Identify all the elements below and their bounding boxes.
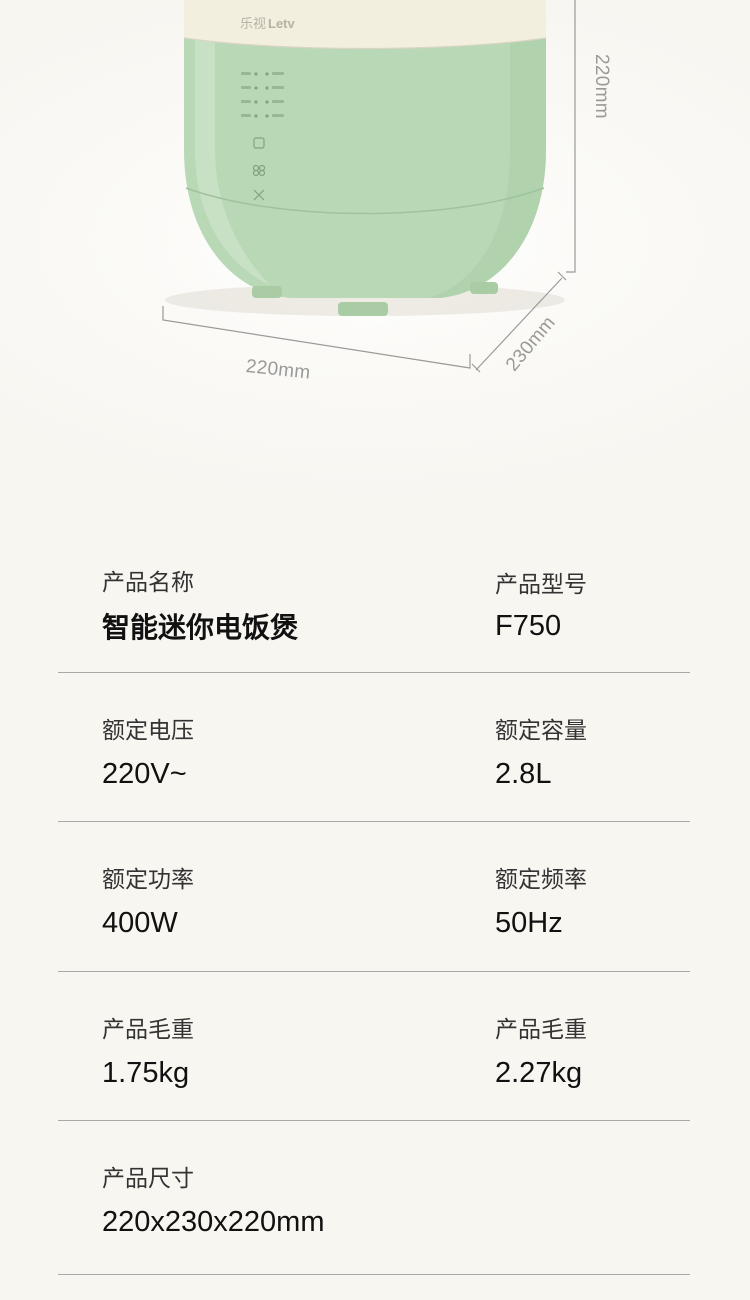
spec-label: 额定电压 <box>102 718 194 744</box>
spec-value: 220x230x220mm <box>102 1206 325 1238</box>
foot-left <box>252 286 282 298</box>
spec-row-size: 产品尺寸 220x230x220mm <box>58 1159 690 1275</box>
spec-label: 产品毛重 <box>495 1017 587 1043</box>
brand-logo-en: Letv <box>268 16 295 31</box>
spec-value: F750 <box>495 610 562 642</box>
height-dimension-label: 220mm <box>591 54 612 119</box>
foot-right <box>470 282 498 294</box>
spec-value: 1.75kg <box>102 1057 190 1089</box>
foot-center <box>338 302 388 316</box>
spec-value: 2.27kg <box>495 1057 583 1089</box>
spec-label: 额定频率 <box>495 867 587 893</box>
spec-value: 400W <box>102 907 178 939</box>
rice-cooker-illustration <box>162 0 576 373</box>
spec-value: 50Hz <box>495 907 563 939</box>
spec-value: 2.8L <box>495 758 552 790</box>
spec-label: 额定容量 <box>495 718 587 744</box>
product-image-section: 乐视 Letv 220mm 230mm 220mm <box>0 0 750 520</box>
brand-logo: 乐视 Letv <box>240 13 295 32</box>
spec-label: 额定功率 <box>102 867 194 893</box>
spec-label: 产品名称 <box>102 570 194 596</box>
height-dimension-line <box>566 0 576 273</box>
spec-label: 产品毛重 <box>102 1017 194 1043</box>
spec-value: 220V~ <box>102 758 187 790</box>
brand-logo-cn: 乐视 <box>240 16 267 31</box>
spec-row-power-frequency: 额定功率 400W 额定频率 50Hz <box>58 860 690 972</box>
cooker-lid <box>184 0 546 49</box>
spec-label: 产品尺寸 <box>102 1166 194 1192</box>
spec-row-name-model: 产品名称 智能迷你电饭煲 产品型号 F750 <box>58 563 690 673</box>
spec-row-weight: 产品毛重 1.75kg 产品毛重 2.27kg <box>58 1010 690 1121</box>
spec-row-voltage-capacity: 额定电压 220V~ 额定容量 2.8L <box>58 711 690 822</box>
spec-label: 产品型号 <box>495 572 587 598</box>
spec-value: 智能迷你电饭煲 <box>102 611 299 644</box>
